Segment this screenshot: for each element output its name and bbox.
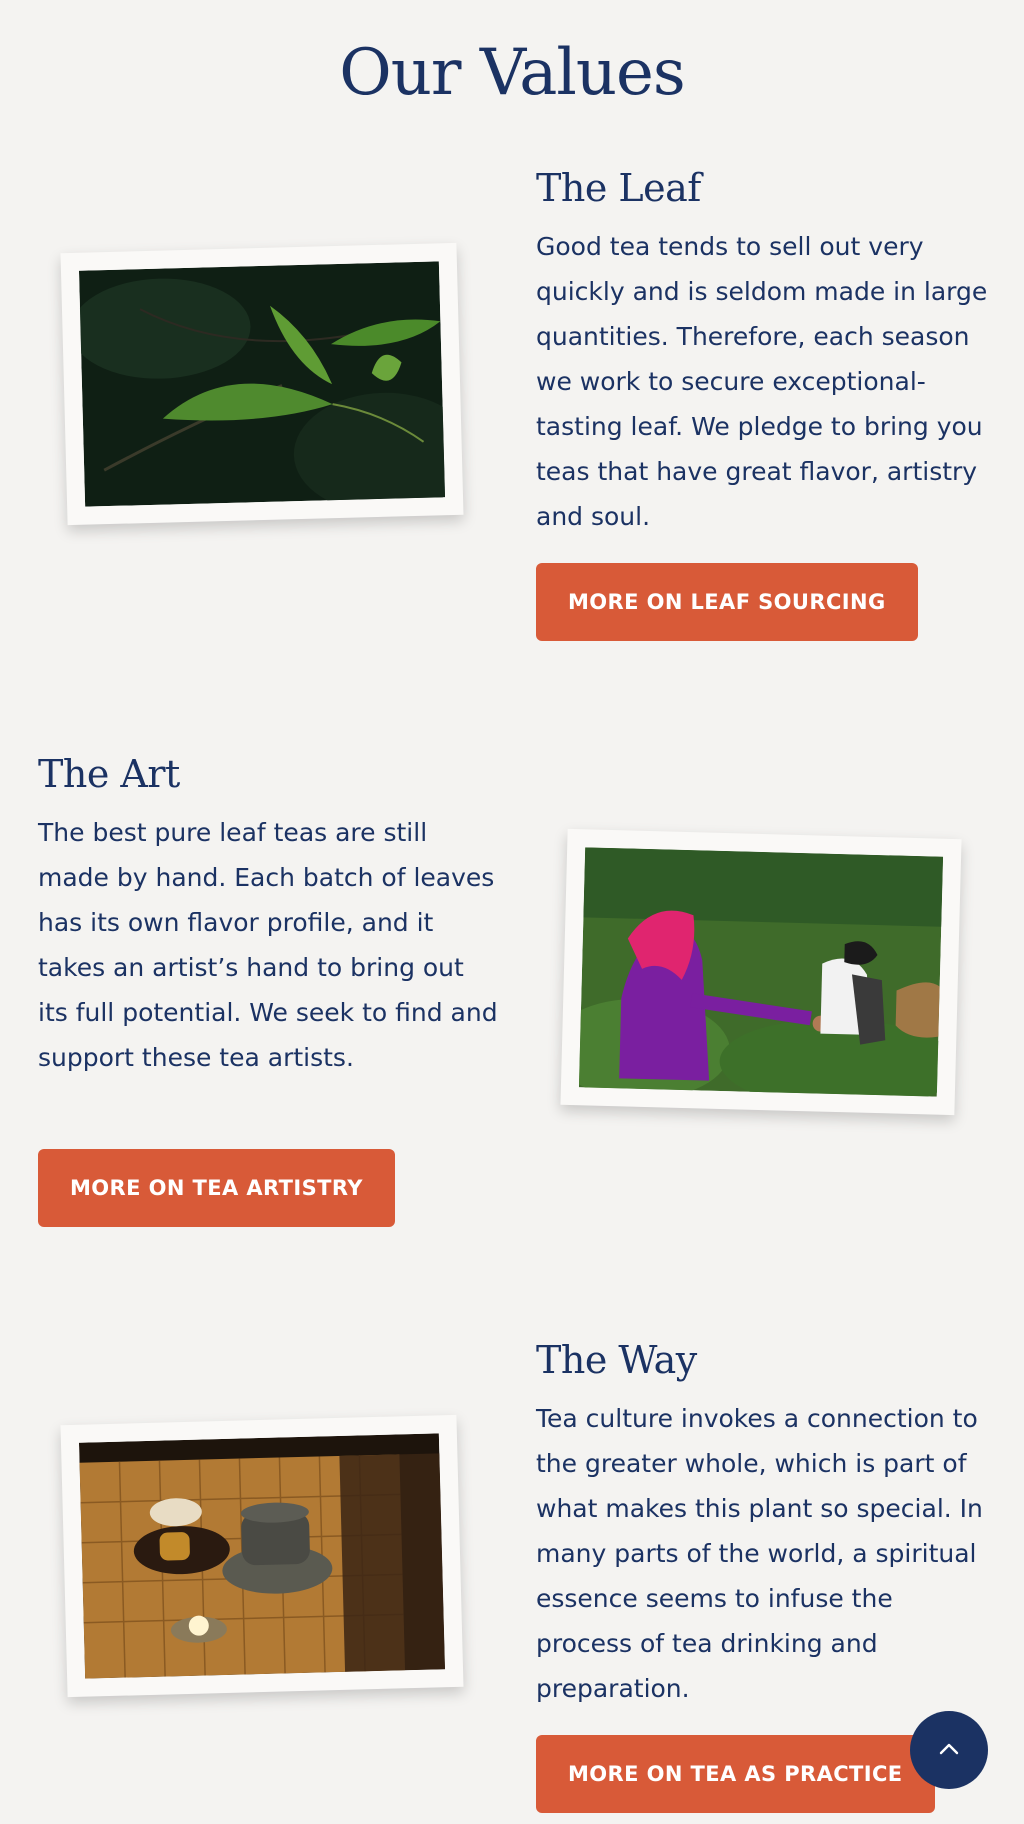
tea-ceremony-photo: [60, 1414, 464, 1698]
chevron-up-icon: [938, 1742, 960, 1759]
tea-practice-button[interactable]: MORE ON TEA AS PRACTICE: [536, 1735, 935, 1813]
section-heading-art: The Art: [38, 752, 180, 796]
page-title: Our Values: [339, 36, 686, 110]
section-heading-leaf: The Leaf: [536, 166, 701, 210]
tea-leaf-photo: [60, 242, 464, 526]
scroll-to-top-button[interactable]: [910, 1711, 988, 1789]
leaf-sourcing-button[interactable]: MORE ON LEAF SOURCING: [536, 563, 918, 641]
tea-pickers-photo: [560, 828, 962, 1116]
section-heading-way: The Way: [536, 1338, 697, 1382]
tea-artistry-button[interactable]: MORE ON TEA ARTISTRY: [38, 1149, 395, 1227]
section-text-art: The best pure leaf teas are still made b…: [38, 818, 498, 1072]
section-text-way: Tea culture invokes a connection to the …: [536, 1404, 983, 1703]
section-text-leaf: Good tea tends to sell out very quickly …: [536, 232, 988, 531]
